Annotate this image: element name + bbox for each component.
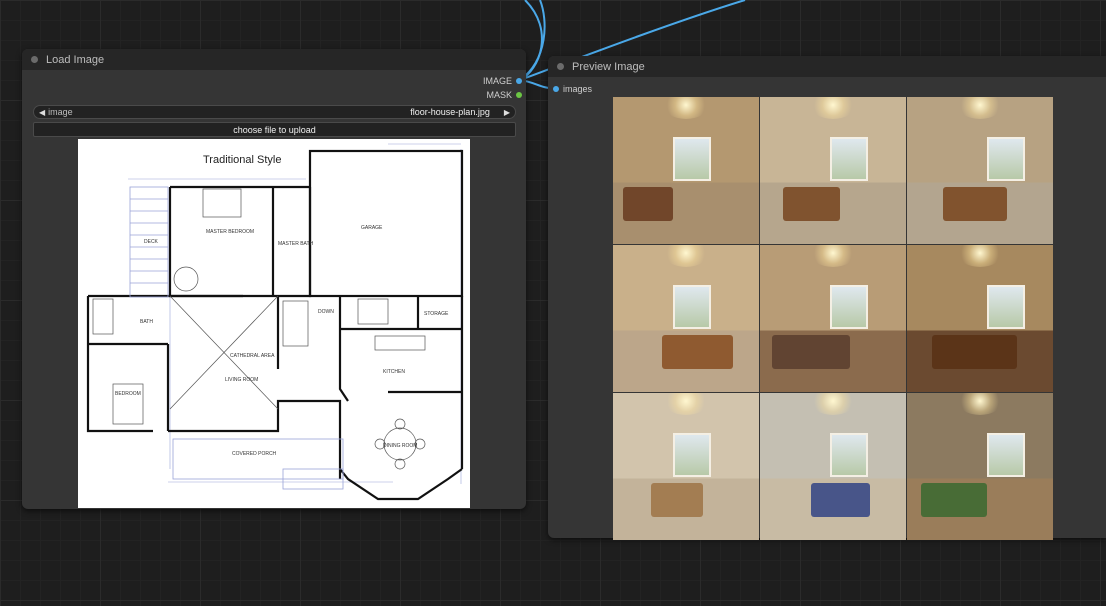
room-label-down: DOWN	[318, 309, 334, 315]
ceiling-light-shape	[957, 245, 1003, 267]
furniture-shape	[943, 187, 1007, 221]
window-shape	[987, 433, 1025, 477]
node-collapse-dot[interactable]	[31, 56, 38, 63]
output-image-label: IMAGE	[482, 76, 512, 86]
room-label-living: LIVING ROOM	[225, 377, 258, 383]
ceiling-light-shape	[663, 393, 709, 415]
load-image-node-title: Load Image	[46, 53, 105, 66]
room-label-porch: COVERED PORCH	[232, 451, 277, 457]
image-combo-widget[interactable]: ◀ image floor-house-plan.jpg ▶	[33, 105, 516, 119]
floor-plan-drawing: Traditional Style MASTER BEDROOM MASTER …	[86, 143, 464, 501]
preview-tile-bedroom[interactable]	[613, 97, 759, 244]
combo-right-arrow-icon[interactable]: ▶	[504, 108, 510, 117]
input-images-port[interactable]	[553, 86, 559, 92]
window-shape	[830, 137, 868, 181]
furniture-shape	[651, 483, 703, 517]
room-label-dining: DINING ROOM	[383, 443, 417, 449]
furniture-shape	[623, 187, 673, 221]
preview-tile-kitchen[interactable]	[613, 245, 759, 392]
ceiling-light-shape	[810, 393, 856, 415]
window-shape	[830, 433, 868, 477]
preview-image-node[interactable]: Preview Image images	[548, 56, 1106, 540]
upload-button[interactable]: choose file to upload	[33, 122, 516, 137]
image-combo-label: image	[48, 107, 73, 117]
ceiling-light-shape	[957, 393, 1003, 415]
image-combo-value: floor-house-plan.jpg	[410, 107, 490, 117]
room-label-garage: GARAGE	[361, 225, 383, 231]
plan-title: Traditional Style	[203, 154, 281, 166]
furniture-shape	[811, 483, 870, 517]
output-image-port[interactable]	[516, 78, 522, 84]
window-shape	[673, 137, 711, 181]
room-label-bedroom: BEDROOM	[115, 391, 141, 397]
output-mask-port[interactable]	[516, 92, 522, 98]
furniture-shape	[772, 335, 850, 369]
load-image-node[interactable]: Load Image IMAGE MASK ◀ image floor-hous…	[22, 49, 526, 509]
room-label-cathedral: CATHEDRAL AREA	[230, 353, 275, 359]
preview-image-node-title: Preview Image	[572, 60, 645, 73]
window-shape	[830, 285, 868, 329]
preview-tile-screened-porch[interactable]	[907, 393, 1053, 540]
ceiling-light-shape	[957, 97, 1003, 119]
ceiling-light-shape	[810, 245, 856, 267]
preview-image-node-header[interactable]: Preview Image	[548, 56, 1106, 77]
preview-tile-laundry-room[interactable]	[613, 393, 759, 540]
furniture-shape	[783, 187, 840, 221]
room-label-deck: DECK	[144, 239, 159, 245]
load-image-node-header[interactable]: Load Image	[22, 49, 526, 70]
room-label-master-bedroom: MASTER BEDROOM	[206, 229, 254, 235]
preview-image-grid	[613, 97, 1053, 540]
preview-tile-walk-in-closet[interactable]	[907, 97, 1053, 244]
input-images-label: images	[563, 84, 593, 94]
furniture-shape	[662, 335, 733, 369]
combo-left-arrow-icon[interactable]: ◀	[39, 108, 45, 117]
ceiling-light-shape	[663, 97, 709, 119]
preview-tile-dining-room[interactable]	[907, 245, 1053, 392]
window-shape	[673, 433, 711, 477]
node-collapse-dot[interactable]	[557, 63, 564, 70]
room-label-kitchen: KITCHEN	[383, 369, 405, 375]
room-label-storage: STORAGE	[424, 311, 449, 317]
furniture-shape	[921, 483, 987, 517]
preview-tile-bathroom[interactable]	[760, 97, 906, 244]
window-shape	[673, 285, 711, 329]
ceiling-light-shape	[663, 245, 709, 267]
preview-tile-living-room[interactable]	[760, 245, 906, 392]
room-label-master-bath: MASTER BATH	[278, 241, 314, 247]
room-label-bath: BATH	[140, 319, 153, 325]
ceiling-light-shape	[810, 97, 856, 119]
preview-tile-garage[interactable]	[760, 393, 906, 540]
output-mask-label: MASK	[486, 90, 512, 100]
window-shape	[987, 137, 1025, 181]
window-shape	[987, 285, 1025, 329]
furniture-shape	[932, 335, 1017, 369]
floor-plan-image: Traditional Style MASTER BEDROOM MASTER …	[78, 139, 470, 508]
